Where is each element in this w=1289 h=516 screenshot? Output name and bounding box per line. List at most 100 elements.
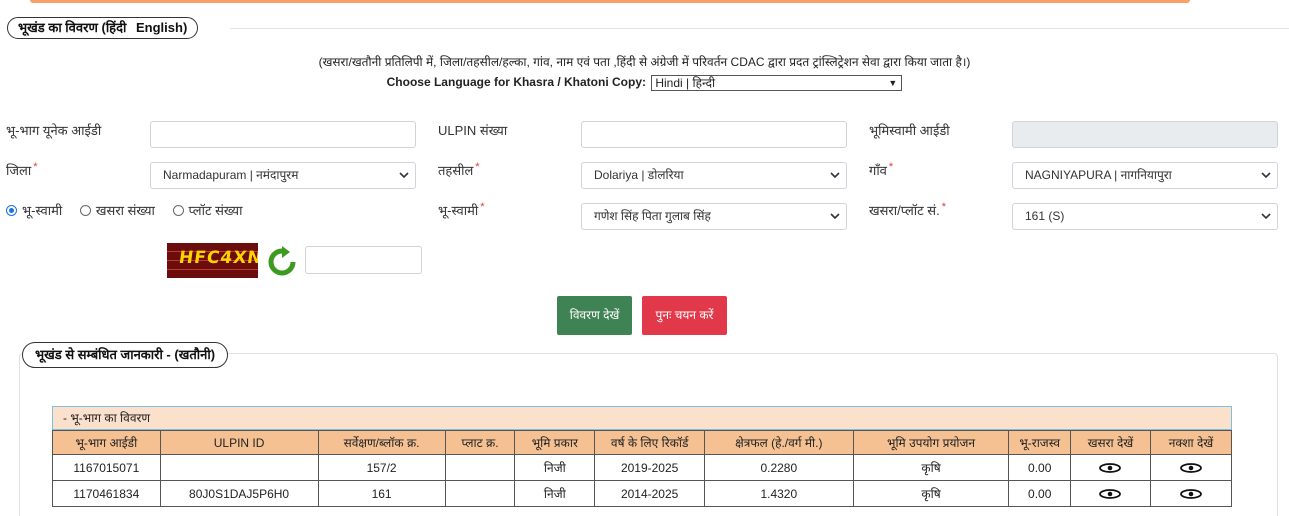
legend-paren-close: ) bbox=[182, 20, 188, 35]
table-cell: 0.2280 bbox=[703, 454, 854, 481]
district-select[interactable]: Narmadapuram | नमंदापुरम bbox=[150, 162, 416, 189]
top-accent-bar bbox=[30, 0, 1190, 3]
col-header: खसरा देखें bbox=[1069, 430, 1151, 455]
tehsil-select-value: Dolariya | डोलरिया bbox=[594, 168, 684, 182]
table-cell: 1167015071 bbox=[52, 454, 161, 481]
owner-select[interactable]: गणेश सिंह पिता गुलाब सिंह bbox=[581, 203, 847, 230]
table-cell bbox=[444, 454, 516, 481]
table-cell: 0.00 bbox=[1008, 480, 1071, 507]
tehsil-label-text: तहसील bbox=[438, 163, 474, 178]
radio-dot bbox=[172, 204, 184, 216]
language-select[interactable]: Hindi | हिन्दी ▼ bbox=[651, 75, 903, 91]
col-header: सर्वेक्षण/ब्लॉक क्र. bbox=[317, 430, 446, 455]
village-label: गाँव * bbox=[869, 161, 893, 179]
view-details-button[interactable]: विवरण देखें bbox=[557, 296, 632, 335]
language-select-value: Hindi | हिन्दी bbox=[655, 76, 716, 90]
district-label: जिला * bbox=[6, 161, 37, 179]
col-header: भूमि प्रकार bbox=[514, 430, 596, 455]
owner-id-label: भूमिस्वामी आईडी bbox=[869, 123, 950, 138]
radio-khasra-label: खसरा संख्या bbox=[95, 203, 155, 218]
section-legend-land-details: भूखंड का विवरण (हिंदी English) bbox=[7, 17, 199, 39]
captcha-input[interactable] bbox=[305, 246, 422, 274]
village-label-text: गाँव bbox=[869, 163, 887, 178]
table-header-row: भू-भाग आईडी ULPIN ID सर्वेक्षण/ब्लॉक क्र… bbox=[52, 430, 1233, 455]
view-khasra-cell bbox=[1069, 454, 1151, 481]
captcha-image: HFC4XN bbox=[167, 243, 258, 278]
reset-selection-button[interactable]: पुनः चयन करें bbox=[642, 296, 727, 335]
required-mark: * bbox=[33, 161, 38, 173]
radio-plot-label: प्लॉट संख्या bbox=[188, 203, 243, 218]
table-row: 1170461834 80J0S1DAJ5P6H0 161 निजी 2014-… bbox=[52, 480, 1233, 507]
col-header: ULPIN ID bbox=[159, 430, 319, 455]
unique-id-input[interactable] bbox=[150, 121, 416, 148]
english-link[interactable]: English bbox=[136, 20, 183, 35]
table-caption: - भू-भाग का विवरण bbox=[52, 406, 1232, 430]
table-cell: 0.00 bbox=[1008, 454, 1071, 481]
language-label: Choose Language for Khasra / Khatoni Cop… bbox=[386, 75, 646, 90]
ulpin-label: ULPIN संख्या bbox=[438, 123, 508, 138]
tehsil-label: तहसील * bbox=[438, 161, 480, 179]
chevron-down-icon bbox=[830, 213, 840, 220]
required-mark: * bbox=[475, 161, 480, 173]
unique-id-label: भू-भाग यूनेक आईडी bbox=[6, 123, 102, 138]
tehsil-select[interactable]: Dolariya | डोलरिया bbox=[581, 162, 847, 189]
eye-icon[interactable] bbox=[1099, 489, 1122, 500]
captcha-text: HFC4XN bbox=[177, 248, 258, 268]
legend-title: भूखंड का विवरण bbox=[18, 20, 98, 35]
table-cell: निजी bbox=[514, 454, 596, 481]
owner-id-input bbox=[1012, 121, 1278, 148]
khasra-select-value: 161 (S) bbox=[1025, 209, 1065, 223]
section-legend-khatoni: भूखंड से सम्बंधित जानकारी - (खतौनी) bbox=[22, 342, 229, 368]
chevron-down-icon bbox=[1261, 172, 1271, 179]
table-cell: 80J0S1DAJ5P6H0 bbox=[159, 480, 319, 507]
land-details-table: - भू-भाग का विवरण भू-भाग आईडी ULPIN ID स… bbox=[52, 406, 1233, 507]
khasra-select[interactable]: 161 (S) bbox=[1012, 203, 1278, 230]
view-map-cell bbox=[1149, 480, 1233, 507]
chevron-down-icon: ▼ bbox=[888, 78, 898, 88]
chevron-down-icon bbox=[399, 172, 409, 179]
khatoni-table: भू-भाग आईडी ULPIN ID सर्वेक्षण/ब्लॉक क्र… bbox=[52, 430, 1233, 507]
khasra-label: खसरा/प्लॉट सं. * bbox=[869, 201, 946, 219]
chevron-down-icon bbox=[1261, 213, 1271, 220]
khasra-label-text: खसरा/प्लॉट सं. bbox=[869, 203, 940, 218]
village-select[interactable]: NAGNIYAPURA | नागनियापुरा bbox=[1012, 162, 1278, 189]
radio-plot[interactable]: प्लॉट संख्या bbox=[172, 201, 243, 219]
eye-icon[interactable] bbox=[1180, 489, 1202, 500]
chevron-down-icon bbox=[830, 172, 840, 179]
district-label-text: जिला bbox=[6, 163, 32, 178]
table-cell: निजी bbox=[514, 480, 596, 507]
eye-icon[interactable] bbox=[1099, 463, 1122, 474]
section-divider bbox=[230, 28, 1289, 29]
view-khasra-cell bbox=[1069, 480, 1151, 507]
radio-owner[interactable]: भू-स्वामी bbox=[6, 201, 62, 219]
owner-select-value: गणेश सिंह पिता गुलाब सिंह bbox=[594, 209, 711, 223]
table-cell: 1170461834 bbox=[52, 480, 161, 507]
col-header: भू-राजस्व bbox=[1008, 430, 1071, 455]
owner-label: भू-स्वामी * bbox=[438, 201, 485, 219]
table-cell: 1.4320 bbox=[703, 480, 854, 507]
table-cell: 2019-2025 bbox=[594, 454, 705, 481]
radio-dot bbox=[6, 204, 17, 216]
eye-icon[interactable] bbox=[1180, 463, 1202, 474]
col-header: क्षेत्रफल (हे./वर्ग मी.) bbox=[703, 430, 854, 455]
table-cell: 161 bbox=[317, 480, 446, 507]
radio-khasra[interactable]: खसरा संख्या bbox=[79, 201, 155, 219]
table-cell: कृषि bbox=[852, 454, 1010, 481]
transliteration-note: (खसरा/खतौनी प्रतिलिपी में, जिला/तहसील/हल… bbox=[318, 55, 971, 69]
table-cell: 2014-2025 bbox=[594, 480, 705, 507]
col-header: भू-भाग आईडी bbox=[52, 430, 161, 455]
district-select-value: Narmadapuram | नमंदापुरम bbox=[163, 168, 299, 182]
required-mark: * bbox=[480, 201, 485, 213]
radio-dot bbox=[79, 204, 91, 216]
table-cell bbox=[444, 480, 516, 507]
radio-owner-label: भू-स्वामी bbox=[22, 203, 63, 218]
required-mark: * bbox=[888, 161, 894, 173]
village-select-value: NAGNIYAPURA | नागनियापुरा bbox=[1025, 168, 1172, 182]
hindi-link[interactable]: हिंदी bbox=[106, 20, 127, 35]
ulpin-input[interactable] bbox=[581, 121, 847, 148]
table-cell bbox=[159, 454, 319, 481]
table-row: 1167015071 157/2 निजी 2019-2025 0.2280 क… bbox=[52, 454, 1233, 481]
col-header: भूमि उपयोग प्रयोजन bbox=[852, 430, 1010, 455]
refresh-captcha-icon[interactable] bbox=[266, 246, 298, 278]
owner-label-text: भू-स्वामी bbox=[438, 203, 479, 218]
